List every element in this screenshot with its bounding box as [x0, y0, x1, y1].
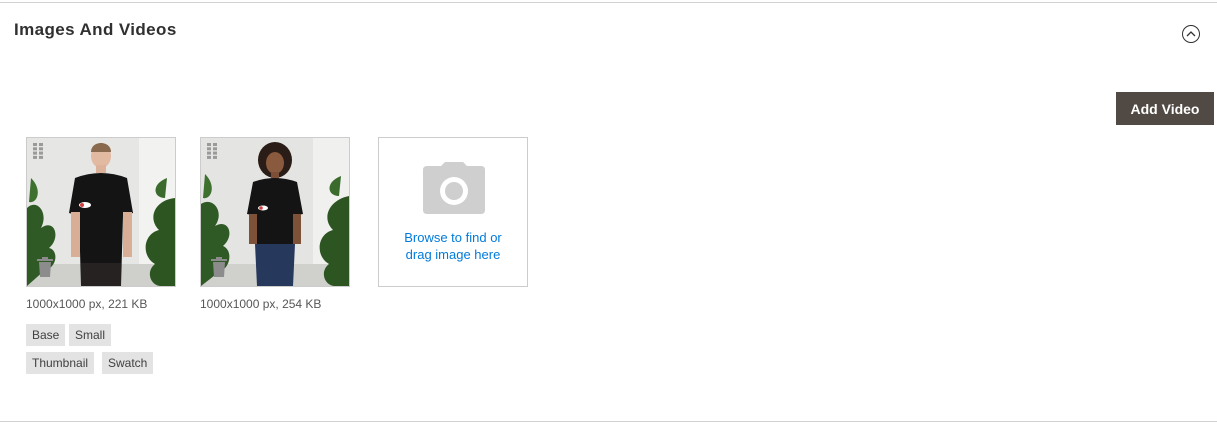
section-title[interactable]: Images And Videos	[14, 20, 177, 40]
product-image-thumbnail[interactable]	[26, 137, 176, 287]
add-video-button[interactable]: Add Video	[1116, 92, 1214, 125]
role-tag-small[interactable]: Small	[69, 324, 112, 346]
image-dimensions-size: 1000x1000 px, 221 KB	[26, 297, 148, 311]
trash-icon[interactable]	[211, 257, 227, 277]
section-bottom-divider	[0, 421, 1217, 422]
role-tag-thumbnail[interactable]: Thumbnail	[26, 352, 95, 374]
section-top-divider	[0, 2, 1217, 3]
chevron-up-icon	[1186, 31, 1196, 37]
image-upload-dropzone[interactable]: Browse to find or drag image here	[378, 137, 528, 287]
collapse-section-button[interactable]	[1182, 25, 1200, 43]
image-dimensions-size: 1000x1000 px, 254 KB	[200, 297, 322, 311]
drag-handle-icon[interactable]	[207, 143, 219, 159]
browse-upload-text[interactable]: Browse to find or drag image here	[379, 229, 527, 263]
product-image-thumbnail[interactable]	[200, 137, 350, 287]
camera-icon	[423, 162, 485, 214]
image-card[interactable]: 1000x1000 px, 221 KB Base Small Thumbnai…	[26, 137, 176, 374]
browse-line-2: drag image here	[405, 247, 501, 262]
image-card[interactable]: 1000x1000 px, 254 KB	[200, 137, 350, 311]
browse-line-1: Browse to find or	[404, 230, 502, 245]
drag-handle-icon[interactable]	[33, 143, 45, 159]
role-tag-base[interactable]: Base	[26, 324, 66, 346]
trash-icon[interactable]	[37, 257, 53, 277]
role-tag-swatch[interactable]: Swatch	[102, 352, 154, 374]
